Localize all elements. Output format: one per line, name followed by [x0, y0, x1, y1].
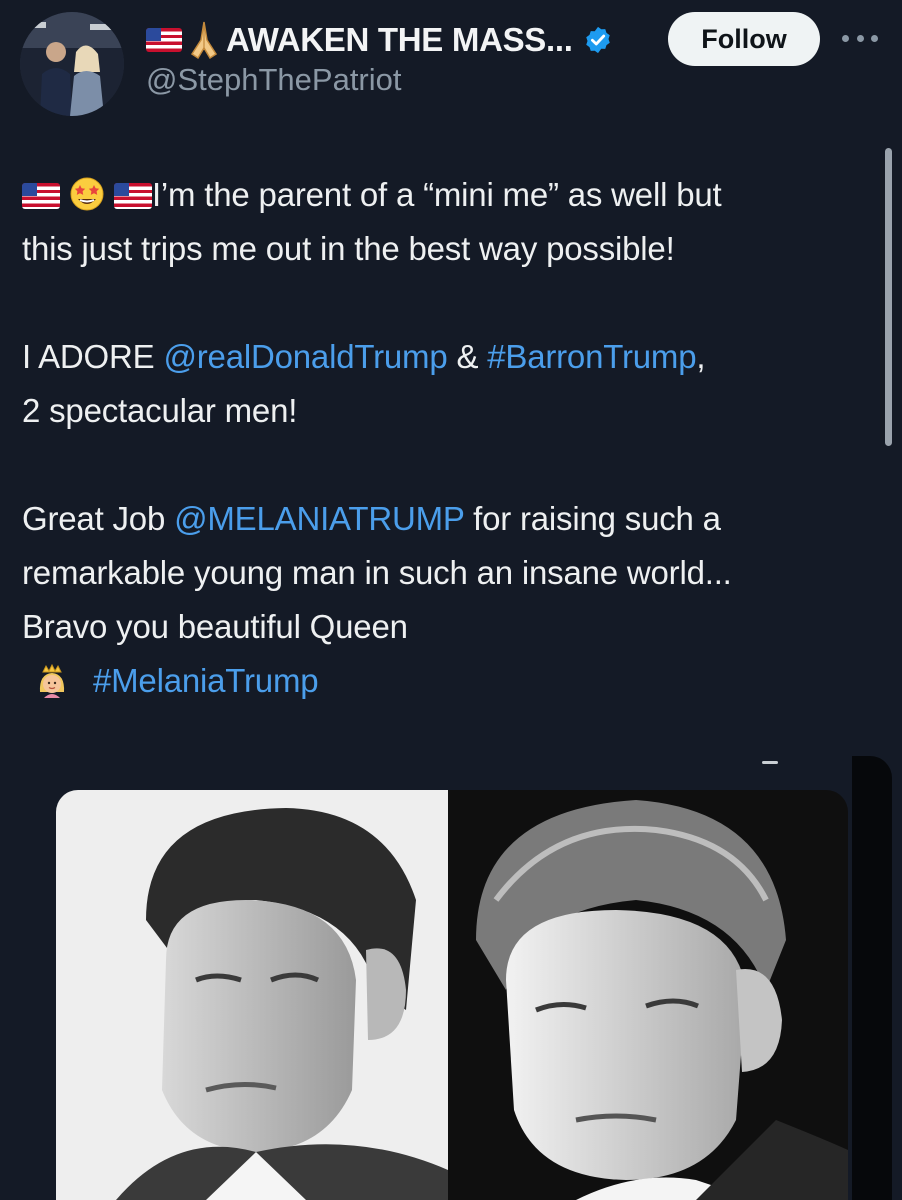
post-line-2: this just trips me out in the best way p…	[22, 230, 675, 267]
more-options-icon[interactable]	[842, 28, 878, 48]
comma-text: ,	[696, 338, 706, 375]
author-avatar[interactable]	[20, 12, 124, 116]
author-name-row[interactable]: AWAKEN THE MASS...	[146, 18, 613, 62]
author-display-name: AWAKEN THE MASS...	[226, 21, 573, 58]
star-struck-emoji-icon	[70, 177, 104, 211]
post-line-hashtag: #MelaniaTrump	[22, 654, 884, 708]
post-text: I’m the parent of a “mini me” as well bu…	[22, 168, 884, 708]
comparison-photo-icon	[56, 790, 848, 1200]
adore-prefix: I ADORE	[22, 338, 164, 375]
great-job-text: Great Job	[22, 500, 175, 537]
us-flag-icon	[113, 183, 152, 209]
post-line-great-job: Great Job @MELANIATRUMP for raising such…	[22, 492, 884, 546]
divider-mark	[762, 761, 778, 764]
next-media-card[interactable]	[852, 756, 892, 1200]
post-header: AWAKEN THE MASS... @StephThePatriot Foll…	[0, 0, 902, 130]
avatar-photo-icon	[20, 12, 124, 116]
us-flag-icon	[22, 183, 60, 209]
raising-text: for raising such a	[464, 500, 721, 537]
mention-melaniatrump[interactable]: @MELANIATRUMP	[174, 500, 464, 537]
dot	[856, 34, 864, 42]
post-line-adore: I ADORE @realDonaldTrump & #BarronTrump,	[22, 330, 884, 384]
mention-realdonaldtrump[interactable]: @realDonaldTrump	[163, 338, 447, 375]
post-line-1: I’m the parent of a “mini me” as well bu…	[22, 168, 884, 222]
vertical-scrollbar[interactable]	[885, 148, 892, 446]
post-line-1-text: I’m the parent of a “mini me” as well bu…	[151, 176, 722, 213]
us-flag-icon	[146, 28, 182, 52]
hashtag-barrontrump[interactable]: #BarronTrump	[487, 338, 696, 375]
princess-emoji-icon	[39, 663, 65, 698]
ampersand-text: &	[447, 338, 488, 375]
hashtag-melaniatrump[interactable]: #MelaniaTrump	[93, 662, 319, 699]
follow-button[interactable]: Follow	[668, 12, 820, 66]
author-handle[interactable]: @StephThePatriot	[146, 62, 402, 98]
post-line-remarkable: remarkable young man in such an insane w…	[22, 554, 732, 591]
dot	[842, 34, 849, 42]
post-line-bravo: Bravo you beautiful Queen	[22, 608, 408, 645]
verified-badge-icon	[585, 26, 610, 54]
folded-hands-icon	[190, 21, 218, 60]
post-media-image[interactable]	[56, 790, 848, 1200]
dot	[871, 34, 878, 42]
post-line-men: 2 spectacular men!	[22, 392, 298, 429]
